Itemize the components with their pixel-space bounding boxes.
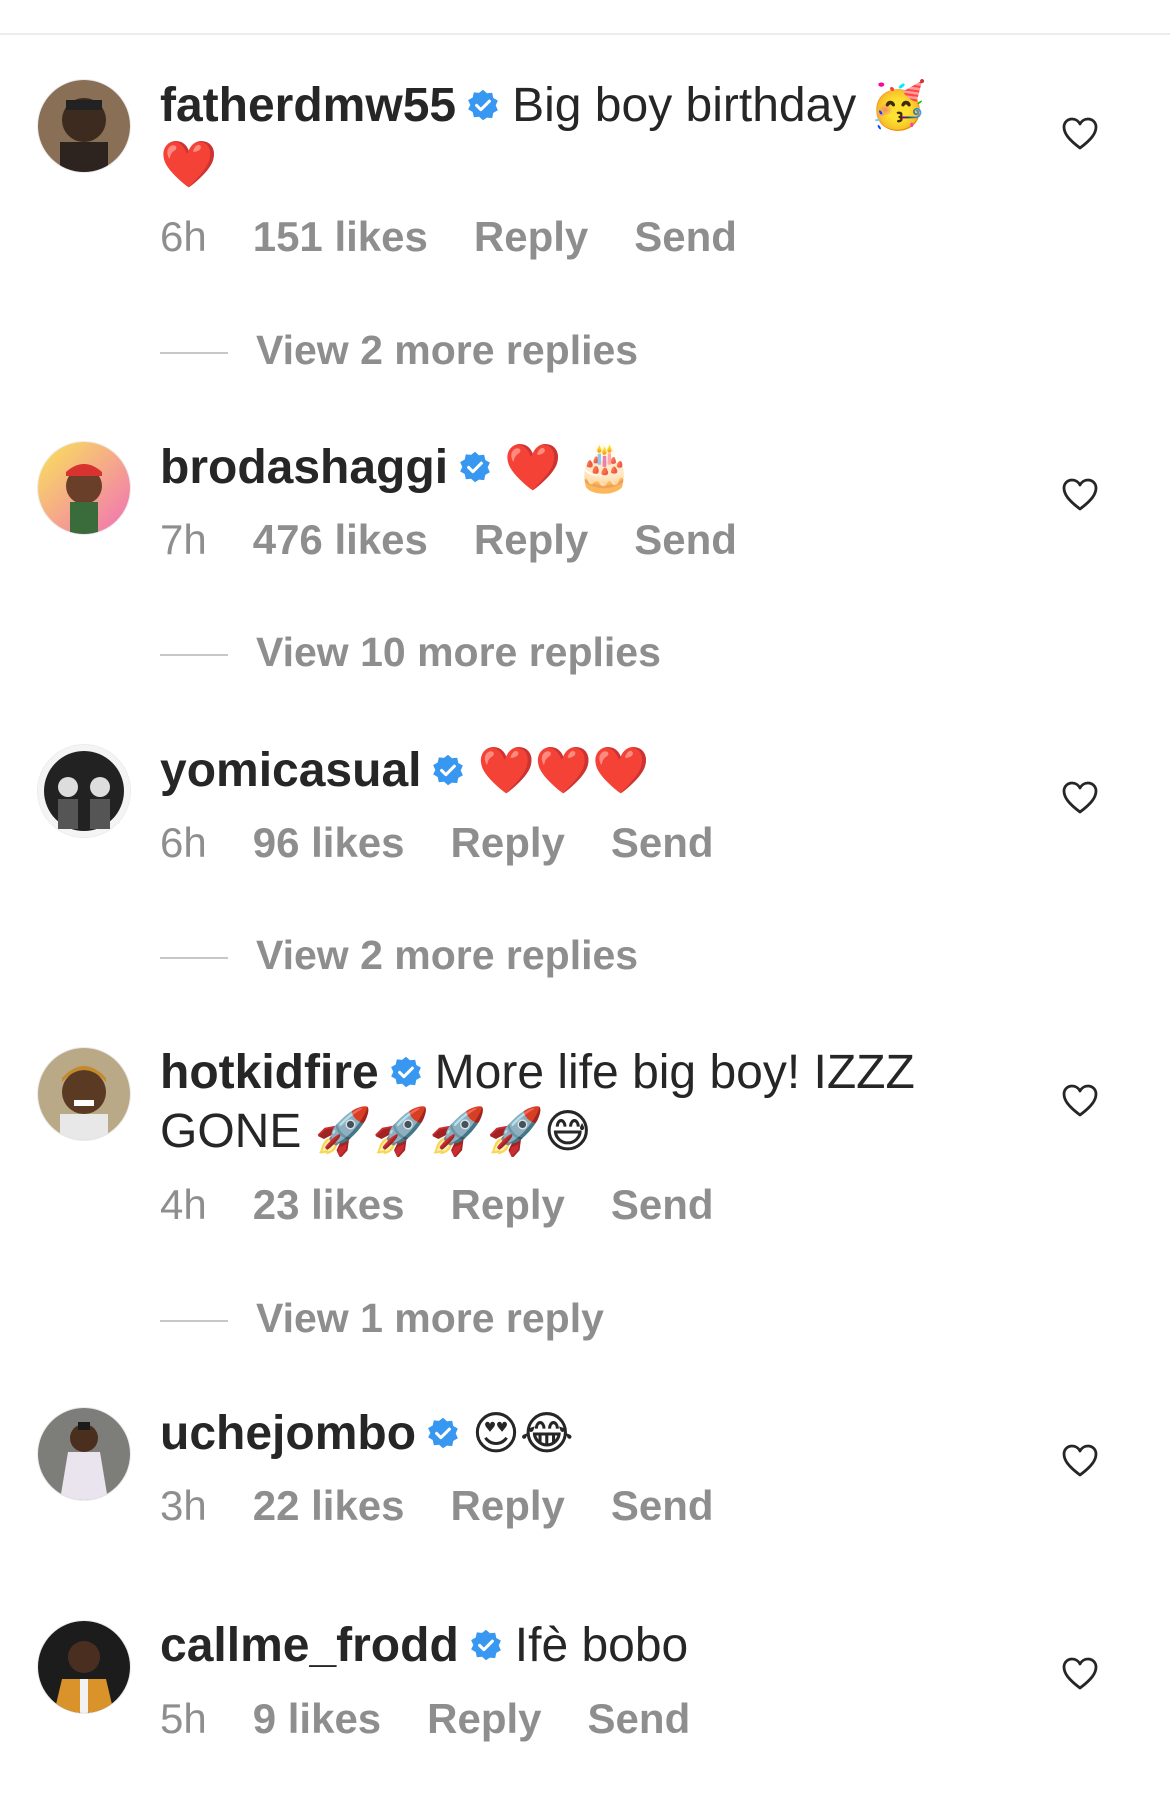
timestamp: 6h — [160, 819, 207, 866]
send-button[interactable]: Send — [611, 1482, 714, 1529]
verified-badge-icon — [389, 1055, 423, 1089]
reply-button[interactable]: Reply — [474, 516, 588, 563]
username[interactable]: yomicasual — [160, 744, 421, 797]
view-replies-label[interactable]: View 2 more replies — [256, 327, 638, 373]
view-more-replies[interactable]: View 1 more reply — [160, 1293, 604, 1343]
comment-body: brodashaggi ❤️ 🎂 — [160, 438, 960, 497]
username[interactable]: brodashaggi — [160, 441, 448, 494]
avatar[interactable] — [38, 442, 130, 534]
reply-button[interactable]: Reply — [451, 1181, 565, 1228]
like-heart-icon[interactable] — [1062, 117, 1098, 151]
comment-body: yomicasual ❤️❤️❤️ — [160, 741, 960, 800]
timestamp: 4h — [160, 1181, 207, 1228]
view-more-replies[interactable]: View 2 more replies — [160, 325, 638, 375]
view-more-replies[interactable]: View 10 more replies — [160, 627, 661, 677]
view-more-replies[interactable]: View 2 more replies — [160, 930, 638, 980]
likes-count[interactable]: 22 likes — [253, 1482, 405, 1529]
reply-button[interactable]: Reply — [451, 819, 565, 866]
comment-emojis: 😍😂 — [472, 1406, 574, 1460]
avatar[interactable] — [38, 1621, 130, 1713]
timestamp: 7h — [160, 516, 207, 563]
reply-button[interactable]: Reply — [474, 213, 588, 260]
verified-badge-icon — [458, 450, 492, 484]
view-replies-label[interactable]: View 1 more reply — [256, 1295, 604, 1341]
likes-count[interactable]: 23 likes — [253, 1181, 405, 1228]
send-button[interactable]: Send — [634, 516, 737, 563]
send-button[interactable]: Send — [611, 1181, 714, 1228]
send-button[interactable]: Send — [611, 819, 714, 866]
likes-count[interactable]: 9 likes — [253, 1695, 381, 1742]
comment-emojis: 🚀🚀🚀🚀😅 — [314, 1104, 592, 1158]
reply-button[interactable]: Reply — [427, 1695, 541, 1742]
likes-count[interactable]: 151 likes — [253, 213, 428, 260]
avatar[interactable] — [38, 1408, 130, 1500]
reply-button[interactable]: Reply — [451, 1482, 565, 1529]
comment-body: uchejombo 😍😂 — [160, 1404, 960, 1463]
timestamp: 6h — [160, 213, 207, 260]
comment-meta: 6h 151 likes Reply Send — [160, 212, 783, 262]
comment-meta: 5h 9 likes Reply Send — [160, 1694, 736, 1744]
username[interactable]: hotkidfire — [160, 1046, 379, 1099]
comment-meta: 4h 23 likes Reply Send — [160, 1180, 760, 1230]
like-heart-icon[interactable] — [1062, 1444, 1098, 1478]
replies-divider — [160, 352, 228, 355]
comment-text: Big boy birthday — [512, 79, 857, 132]
replies-divider — [160, 654, 228, 657]
username[interactable]: fatherdmw55 — [160, 79, 456, 132]
comment-meta: 6h 96 likes Reply Send — [160, 818, 760, 868]
username[interactable]: uchejombo — [160, 1407, 416, 1460]
verified-badge-icon — [426, 1416, 460, 1450]
timestamp: 5h — [160, 1695, 207, 1742]
avatar[interactable] — [38, 1048, 130, 1140]
avatar[interactable] — [38, 745, 130, 837]
top-divider — [0, 33, 1170, 35]
timestamp: 3h — [160, 1482, 207, 1529]
comment-meta: 7h 476 likes Reply Send — [160, 515, 783, 565]
like-heart-icon[interactable] — [1062, 1084, 1098, 1118]
like-heart-icon[interactable] — [1062, 781, 1098, 815]
comment-body: fatherdmw55 Big boy birthday 🥳 ❤️ — [160, 76, 960, 194]
avatar[interactable] — [38, 80, 130, 172]
like-heart-icon[interactable] — [1062, 478, 1098, 512]
username[interactable]: callme_frodd — [160, 1619, 459, 1672]
likes-count[interactable]: 476 likes — [253, 516, 428, 563]
verified-badge-icon — [466, 88, 500, 122]
send-button[interactable]: Send — [588, 1695, 691, 1742]
verified-badge-icon — [469, 1628, 503, 1662]
comment-body: callme_frodd Ifè bobo — [160, 1617, 960, 1675]
view-replies-label[interactable]: View 2 more replies — [256, 932, 638, 978]
like-heart-icon[interactable] — [1062, 1657, 1098, 1691]
replies-divider — [160, 957, 228, 960]
comment-body: hotkidfire More life big boy! IZZZ GONE 🚀… — [160, 1044, 960, 1161]
comment-emojis: ❤️❤️❤️ — [477, 743, 650, 797]
verified-badge-icon — [431, 753, 465, 787]
view-replies-label[interactable]: View 10 more replies — [256, 629, 661, 675]
likes-count[interactable]: 96 likes — [253, 819, 405, 866]
comment-emojis: ❤️ 🎂 — [504, 440, 634, 494]
replies-divider — [160, 1320, 228, 1323]
comment-meta: 3h 22 likes Reply Send — [160, 1481, 760, 1531]
send-button[interactable]: Send — [634, 213, 737, 260]
comment-text: Ifè bobo — [514, 1619, 689, 1672]
